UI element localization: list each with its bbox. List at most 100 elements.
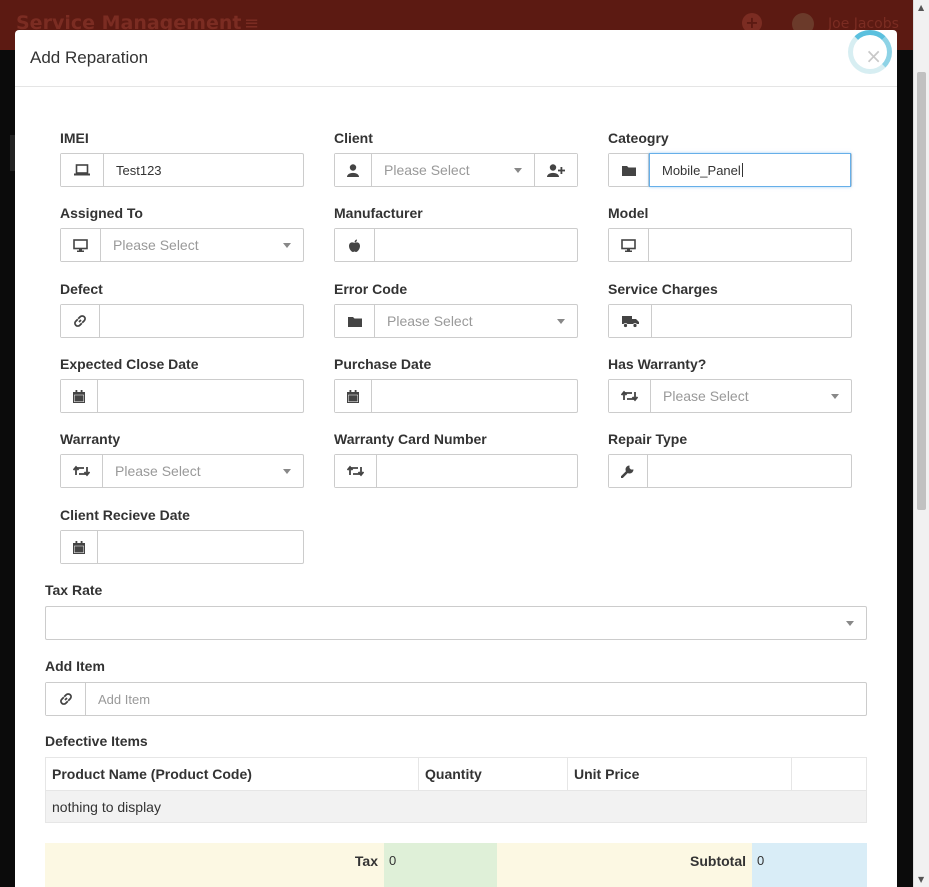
warranty-card-number-field: Warranty Card Number xyxy=(334,431,578,488)
chevron-down-icon xyxy=(846,620,854,626)
has-warranty-select-value: Please Select xyxy=(663,388,749,404)
user-plus-icon[interactable] xyxy=(534,154,577,186)
tax-value: 0 xyxy=(384,843,497,887)
client-receive-date-label: Client Recieve Date xyxy=(60,507,190,523)
purchase-date-field: Purchase Date xyxy=(334,356,578,413)
manufacturer-field: Manufacturer xyxy=(334,205,578,262)
purchase-date-label: Purchase Date xyxy=(334,356,432,372)
calendar-icon xyxy=(335,380,372,412)
defective-items-table: Product Name (Product Code) Quantity Uni… xyxy=(45,757,867,823)
repair-type-input[interactable] xyxy=(648,455,851,487)
repair-type-field: Repair Type xyxy=(608,431,852,488)
has-warranty-label: Has Warranty? xyxy=(608,356,707,372)
chevron-down-icon xyxy=(831,393,839,399)
chevron-down-icon xyxy=(283,242,291,248)
warranty-card-number-label: Warranty Card Number xyxy=(334,431,487,447)
desktop-icon xyxy=(609,229,649,261)
scrollbar-thumb[interactable] xyxy=(917,72,926,510)
totals-row: Tax 0 Subtotal 0 xyxy=(45,843,867,887)
warranty-select[interactable]: Please Select xyxy=(103,455,303,487)
service-charges-field: Service Charges xyxy=(608,281,852,338)
link-icon xyxy=(46,683,86,715)
tax-rate-label: Tax Rate xyxy=(45,582,103,598)
has-warranty-select[interactable]: Please Select xyxy=(651,380,851,412)
text-cursor xyxy=(741,163,743,177)
user-icon xyxy=(335,154,372,186)
retweet-icon xyxy=(335,455,377,487)
add-item-input[interactable]: Add Item xyxy=(86,683,866,715)
folder-icon xyxy=(609,154,649,186)
link-icon xyxy=(61,305,100,337)
expected-close-date-input[interactable] xyxy=(98,380,303,412)
imei-label: IMEI xyxy=(60,130,89,146)
subtotal-value: 0 xyxy=(752,843,867,887)
client-receive-date-input[interactable] xyxy=(98,531,303,563)
model-label: Model xyxy=(608,205,649,221)
retweet-icon xyxy=(609,380,651,412)
scroll-down-arrow-icon[interactable]: ▼ xyxy=(918,875,924,884)
has-warranty-field: Has Warranty? Please Select xyxy=(608,356,852,413)
client-select-value: Please Select xyxy=(384,162,470,178)
client-receive-date-field: Client Recieve Date xyxy=(60,507,304,564)
loading-spinner xyxy=(848,30,892,74)
error-code-select[interactable]: Please Select xyxy=(375,305,577,337)
column-header xyxy=(791,757,867,791)
chevron-down-icon xyxy=(283,468,291,474)
apple-icon xyxy=(335,229,375,261)
tax-rate-field: Tax Rate xyxy=(45,582,867,640)
expected-close-date-label: Expected Close Date xyxy=(60,356,199,372)
defect-field: Defect xyxy=(60,281,304,338)
chevron-down-icon xyxy=(557,318,565,324)
error-code-select-value: Please Select xyxy=(387,313,473,329)
warranty-field: Warranty Please Select xyxy=(60,431,304,488)
truck-icon xyxy=(609,305,652,337)
scrollbar[interactable]: ▲ ▼ xyxy=(913,0,929,887)
calendar-icon xyxy=(61,531,98,563)
modal-title: Add Reparation xyxy=(30,48,149,67)
laptop-icon xyxy=(61,154,104,186)
column-header: Quantity xyxy=(418,757,568,791)
error-code-label: Error Code xyxy=(334,281,408,297)
empty-message: nothing to display xyxy=(45,790,867,823)
desktop-icon xyxy=(61,229,101,261)
purchase-date-input[interactable] xyxy=(372,380,577,412)
add-item-label: Add Item xyxy=(45,658,105,674)
client-select[interactable]: Please Select xyxy=(372,154,534,186)
warranty-label: Warranty xyxy=(60,431,121,447)
model-input[interactable] xyxy=(649,229,851,261)
client-label: Client xyxy=(334,130,373,146)
warranty-select-value: Please Select xyxy=(115,463,201,479)
defect-input[interactable] xyxy=(100,305,303,337)
model-field: Model xyxy=(608,205,852,262)
add-reparation-modal: Add Reparation × IMEI Test123 Client Ple… xyxy=(15,30,897,887)
service-charges-input[interactable] xyxy=(652,305,851,337)
client-field: Client Please Select xyxy=(334,130,578,187)
category-field: Cateogry Mobile_Panel xyxy=(608,130,852,187)
assigned-to-label: Assigned To xyxy=(60,205,143,221)
column-header: Unit Price xyxy=(567,757,792,791)
category-input[interactable]: Mobile_Panel xyxy=(649,153,851,187)
tax-rate-select[interactable] xyxy=(46,607,866,639)
manufacturer-input[interactable] xyxy=(375,229,577,261)
assigned-to-select[interactable]: Please Select xyxy=(101,229,303,261)
imei-field: IMEI Test123 xyxy=(60,130,304,187)
defective-items-section: Defective Items Product Name (Product Co… xyxy=(45,733,867,823)
imei-input[interactable]: Test123 xyxy=(104,154,303,186)
repair-type-label: Repair Type xyxy=(608,431,688,447)
chevron-down-icon xyxy=(514,167,522,173)
table-row: nothing to display xyxy=(45,790,867,823)
warranty-card-number-input[interactable] xyxy=(377,455,577,487)
defect-label: Defect xyxy=(60,281,103,297)
category-value: Mobile_Panel xyxy=(662,162,741,178)
error-code-field: Error Code Please Select xyxy=(334,281,578,338)
assigned-to-select-value: Please Select xyxy=(113,237,199,253)
expected-close-date-field: Expected Close Date xyxy=(60,356,304,413)
calendar-icon xyxy=(61,380,98,412)
folder-icon xyxy=(335,305,375,337)
service-charges-label: Service Charges xyxy=(608,281,718,297)
scroll-up-arrow-icon[interactable]: ▲ xyxy=(918,3,924,12)
assigned-to-field: Assigned To Please Select xyxy=(60,205,304,262)
wrench-icon xyxy=(609,455,648,487)
column-header: Product Name (Product Code) xyxy=(45,757,419,791)
manufacturer-label: Manufacturer xyxy=(334,205,423,221)
